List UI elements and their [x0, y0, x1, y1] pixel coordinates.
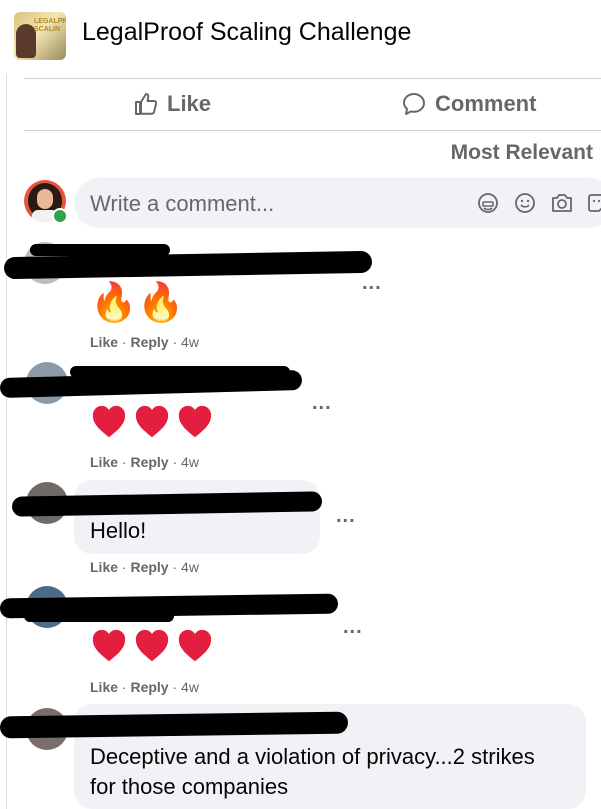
meta-separator: ·: [172, 334, 178, 350]
more-options-icon[interactable]: ...: [336, 505, 356, 528]
comment-heart-emojis: [90, 626, 219, 666]
comment-timestamp[interactable]: 4w: [181, 454, 199, 470]
content-left-border: [6, 74, 7, 809]
online-status-indicator: [52, 208, 68, 224]
like-button[interactable]: Like: [133, 84, 211, 124]
heart-emoji: [92, 629, 126, 662]
redacted-name: [30, 244, 170, 256]
comment-timestamp[interactable]: 4w: [181, 559, 199, 575]
comment-reply-link[interactable]: Reply: [130, 334, 168, 350]
group-title[interactable]: LegalProof Scaling Challenge: [82, 18, 411, 47]
comment-button-label: Comment: [435, 91, 537, 116]
comment-fire-emojis: 🔥🔥: [90, 280, 185, 324]
comment-reply-link[interactable]: Reply: [130, 559, 168, 575]
comment-meta: Like · Reply · 4w: [90, 679, 199, 695]
comment-meta: Like · Reply · 4w: [90, 454, 199, 470]
meta-separator: ·: [172, 559, 178, 575]
like-button-label: Like: [167, 91, 212, 116]
meta-separator: ·: [121, 454, 127, 470]
comment-like-link[interactable]: Like: [90, 334, 118, 350]
comment-heart-emojis: [90, 402, 219, 442]
comment-composer[interactable]: [74, 178, 601, 230]
group-thumbnail[interactable]: LEGALPR SCALIN: [14, 12, 66, 60]
comment-text-line-2: for those companies: [90, 774, 289, 799]
heart-emoji: [178, 629, 212, 662]
speech-bubble-icon: [403, 93, 425, 115]
comment-timestamp[interactable]: 4w: [181, 334, 199, 350]
sort-dropdown[interactable]: Most Relevant: [451, 141, 593, 165]
comment-button[interactable]: Comment: [401, 84, 536, 124]
camera-icon[interactable]: [550, 192, 574, 214]
comment-text: Deceptive and a violation of privacy...2…: [90, 742, 535, 802]
comment-like-link[interactable]: Like: [90, 679, 118, 695]
heart-emoji: [92, 405, 126, 438]
redacted-name: [70, 366, 290, 378]
sticker-icon[interactable]: [586, 192, 601, 214]
meta-separator: ·: [172, 454, 178, 470]
emoji-icon[interactable]: [514, 192, 536, 214]
comment-input[interactable]: [88, 178, 472, 230]
meta-separator: ·: [121, 334, 127, 350]
more-options-icon[interactable]: ...: [343, 616, 363, 639]
more-options-icon[interactable]: ...: [362, 272, 382, 295]
group-thumbnail-text: LEGALPR SCALIN: [34, 18, 66, 33]
comment-meta: Like · Reply · 4w: [90, 559, 199, 575]
meta-separator: ·: [172, 679, 178, 695]
divider-top: [24, 78, 601, 79]
more-options-icon[interactable]: ...: [312, 392, 332, 415]
meta-separator: ·: [121, 679, 127, 695]
thumbs-up-icon: [135, 93, 158, 115]
heart-emoji: [178, 405, 212, 438]
comment-text: Hello!: [90, 518, 147, 543]
heart-emoji: [135, 629, 169, 662]
comment-like-link[interactable]: Like: [90, 454, 118, 470]
redacted-name: [24, 610, 174, 622]
comment-text-line-1: Deceptive and a violation of privacy...2…: [90, 744, 535, 769]
meta-separator: ·: [121, 559, 127, 575]
avatar-sticker-icon[interactable]: [477, 192, 499, 214]
comment-reply-link[interactable]: Reply: [130, 454, 168, 470]
comment-meta: Like · Reply · 4w: [90, 334, 199, 350]
comment-timestamp[interactable]: 4w: [181, 679, 199, 695]
comment-reply-link[interactable]: Reply: [130, 679, 168, 695]
comment-like-link[interactable]: Like: [90, 559, 118, 575]
heart-emoji: [135, 405, 169, 438]
post-header: LEGALPR SCALIN LegalProof Scaling Challe…: [0, 0, 601, 74]
divider-actions: [24, 130, 601, 131]
